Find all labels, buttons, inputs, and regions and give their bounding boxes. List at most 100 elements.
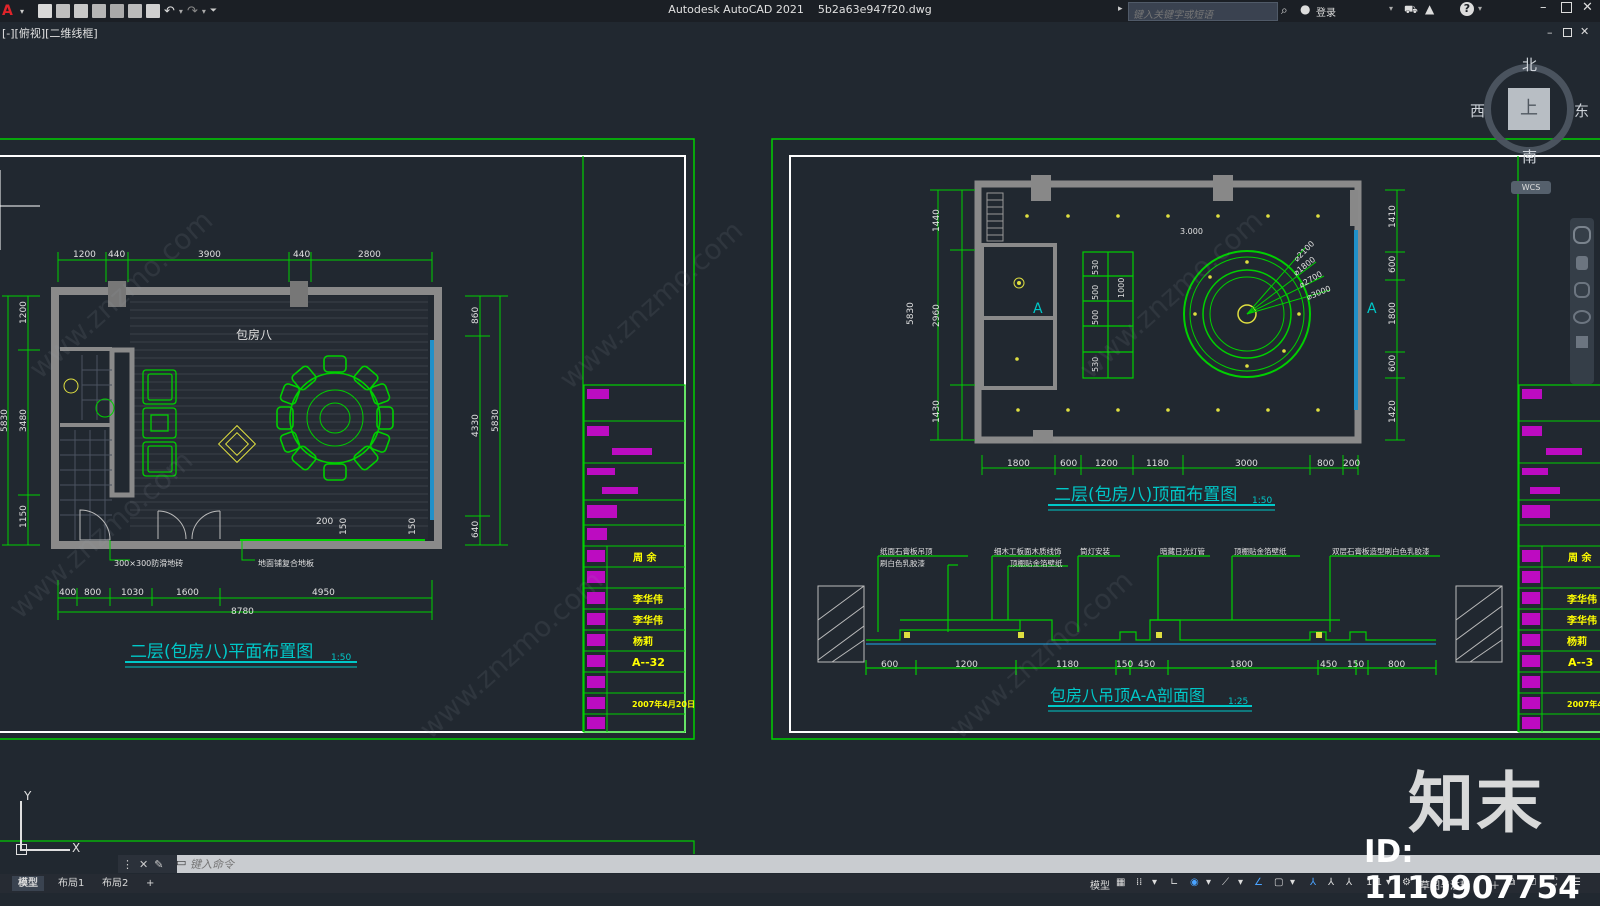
snap-icon[interactable]: ⁞⁞ [1136,877,1142,888]
zoom-icon[interactable] [1574,282,1590,298]
compass-south[interactable]: 南 [1522,146,1537,167]
add-layout-button[interactable]: + [140,876,160,891]
navigation-bar[interactable] [1570,218,1594,384]
polar-dropdown-icon[interactable]: ▾ [1206,877,1211,888]
left-titleblock: 周 余 李华伟 李华伟 杨莉 A--32 2007年4月20日 [582,156,695,733]
ceiling-left-3: 1430 [932,400,942,423]
section-scale: 1:25 [1228,697,1248,707]
ceiling-left-total: 5830 [906,302,916,325]
center-dim-2: 500 [1091,285,1100,300]
section-label-3: 细木工板面木质线饰 [994,546,1062,556]
section-dim-5: 450 [1138,660,1155,670]
drawing-canvas[interactable]: 周 余 李华伟 李华伟 杨莉 A--32 2007年4月20日 包房八 1200… [0,22,1600,854]
new-file-icon[interactable] [38,4,53,18]
section-dim-9: 800 [1388,660,1405,670]
annotation-visibility-icon[interactable]: ⅄ [1310,877,1316,888]
ortho-icon[interactable]: ∟ [1170,877,1178,888]
redo-dropdown-icon[interactable]: ▾ [202,7,206,16]
compass-east[interactable]: 东 [1574,100,1589,121]
tab-model[interactable]: 模型 [12,876,44,891]
section-mark-right: A [1367,301,1377,317]
cart-icon[interactable]: ⛟ [1404,3,1418,18]
autodesk-a360-icon[interactable]: ▲ [1425,2,1434,16]
tab-layout2[interactable]: 布局2 [96,876,134,891]
maximize-window-icon[interactable] [1561,2,1572,13]
viewcube-top-face[interactable]: 上 [1508,88,1550,130]
object-snap-dropdown-icon[interactable]: ▾ [1290,877,1295,888]
command-customize-icon[interactable]: ✎ [154,858,163,871]
undo-dropdown-icon[interactable]: ▾ [179,7,183,16]
search-box[interactable] [1128,2,1278,23]
left-sheet: 周 余 李华伟 李华伟 杨莉 A--32 2007年4月20日 包房八 1200… [0,138,695,740]
polar-tracking-icon[interactable]: ◉ [1190,877,1199,888]
app-logo-icon[interactable]: A [2,3,16,19]
user-icon[interactable]: ● [1300,2,1310,16]
object-snap-icon[interactable]: ▢ [1274,877,1283,888]
help-icon[interactable]: ? [1460,2,1474,16]
isodraft-icon[interactable]: ⟋ [1222,877,1229,888]
section-dim-3: 1180 [1056,660,1079,670]
steering-wheel-icon[interactable] [1573,226,1591,244]
pan-icon[interactable] [1576,256,1588,270]
customize-toolbar-icon[interactable]: ⏷ [210,6,217,16]
open-folder-icon[interactable] [56,4,71,18]
annotation-scale-icon[interactable]: ⅄ [1346,877,1352,888]
ceiling-left-1: 1440 [932,209,942,232]
watermark-id: ID: 1110907754 [1364,834,1580,906]
room-label: 包房八 [236,327,272,342]
dim-bottom-3: 1030 [121,588,144,598]
showmotion-icon[interactable] [1576,336,1588,348]
command-close-icon[interactable]: ✕ [139,858,148,871]
close-window-icon[interactable]: ✕ [1582,0,1593,15]
snap-dropdown-icon[interactable]: ▾ [1152,877,1157,888]
object-snap-tracking-icon[interactable]: ∠ [1254,877,1263,888]
model-space-toggle[interactable]: 模型 [1090,877,1110,892]
dim-right-2: 4330 [471,414,481,437]
app-menu-arrow-icon[interactable]: ▾ [20,7,24,16]
undo-icon[interactable]: ↶ [164,4,175,19]
right-titleblock-drawing-no: A--3 [1568,656,1593,669]
note-floor: 地面铺复合地板 [258,558,314,568]
ceiling-bottom-4: 1180 [1146,459,1169,469]
circle-dim-4: ⌀3000 [1305,284,1332,302]
command-grip-icon[interactable]: ⋮ [122,858,133,871]
help-dropdown-icon[interactable]: ▾ [1478,4,1482,13]
minimize-window-icon[interactable]: – [1540,0,1547,15]
save-as-icon[interactable] [92,4,107,18]
grid-icon[interactable]: ▦ [1116,877,1125,888]
section-label-7: 顶棚贴金箔壁纸 [1234,546,1287,556]
ceiling-plan-title: 二层(包房八)顶面布置图 [1054,485,1237,505]
section-dim-4: 150 [1116,660,1133,670]
auto-scale-icon[interactable]: ⅄ [1328,877,1334,888]
ceiling-left-2: 2960 [932,304,942,327]
file-name: 5b2a63e947f20.dwg [817,3,932,16]
search-input[interactable] [1129,8,1277,23]
ceiling-plan-scale: 1:50 [1252,496,1272,506]
compass-west[interactable]: 西 [1470,100,1485,121]
dim-bottom-5: 4950 [312,588,335,598]
login-link[interactable]: 登录 [1316,4,1336,19]
ceiling-bottom-7: 200 [1343,459,1360,469]
login-dropdown-icon[interactable]: ▾ [1389,4,1393,13]
command-prompt-icon[interactable]: ▭ [176,856,186,869]
tab-layout1[interactable]: 布局1 [52,876,90,891]
viewcube[interactable]: 上 北 南 西 东 [1470,48,1598,168]
command-input[interactable] [188,856,792,873]
ceiling-bottom-6: 800 [1317,459,1334,469]
isodraft-dropdown-icon[interactable]: ▾ [1238,877,1243,888]
right-titleblock-designer: 周 余 [1568,551,1592,564]
section-dim-1: 600 [881,660,898,670]
wcs-menu[interactable]: WCS [1511,181,1551,194]
section-dim-6: 1800 [1230,660,1253,670]
save-icon[interactable] [74,4,89,18]
plot-preview-icon[interactable] [128,4,143,18]
compass-north[interactable]: 北 [1522,54,1537,75]
redo-icon[interactable]: ↷ [187,4,198,19]
publish-icon[interactable] [110,4,125,18]
command-line-controls: ⋮ ✕ ✎ [118,855,177,873]
search-icon[interactable]: ⌕ [1281,3,1288,18]
print-icon[interactable] [146,4,161,18]
right-titleblock-date: 2007年4月 [1567,699,1600,709]
search-expand-icon[interactable]: ▸ [1118,4,1123,14]
orbit-icon[interactable] [1573,310,1591,324]
